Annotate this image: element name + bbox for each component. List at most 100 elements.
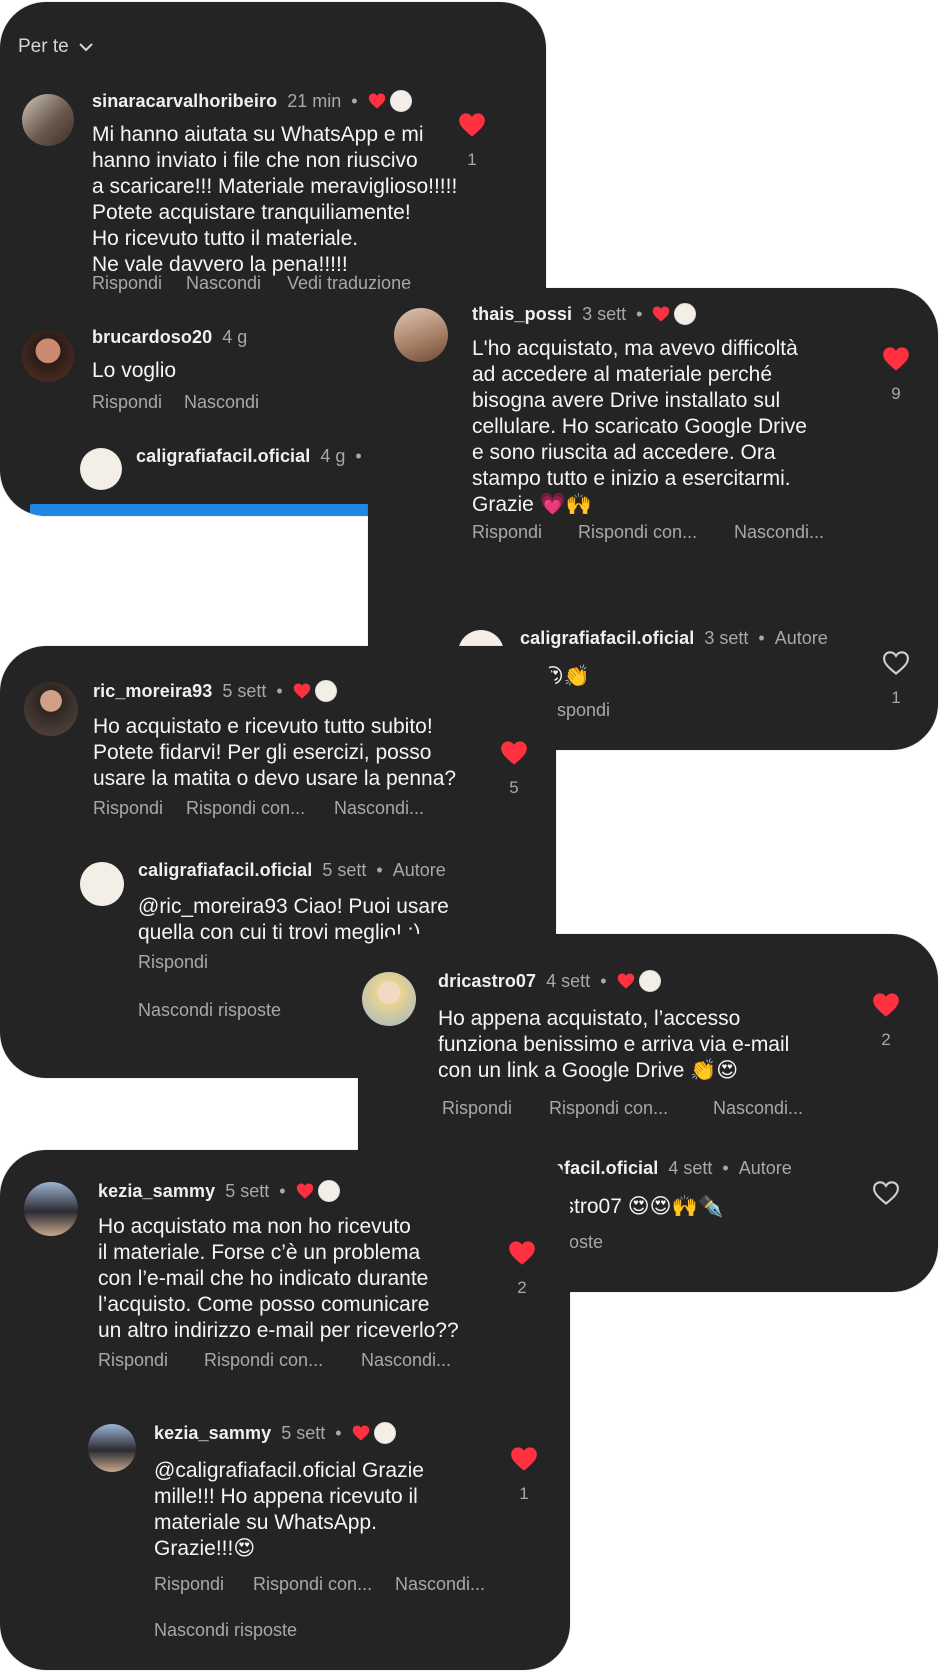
comment-actions: Rispondi Rispondi con... Nascondi... bbox=[472, 522, 824, 543]
hide-button[interactable]: Nascondi bbox=[184, 392, 259, 413]
like-count: 5 bbox=[509, 778, 519, 797]
separator-dot: • bbox=[376, 860, 383, 880]
comment-text: Ho acquistato e ricevuto tutto subito! Po… bbox=[93, 715, 457, 790]
reply-header: caligrafiafacil.oficial 5 sett • Autore bbox=[138, 860, 446, 881]
hide-button[interactable]: Nascondi... bbox=[361, 1350, 451, 1371]
reply-with-button[interactable]: Rispondi con... bbox=[186, 798, 334, 819]
username[interactable]: dricastro07 bbox=[438, 971, 536, 992]
separator-dot: • bbox=[335, 1422, 342, 1443]
username[interactable]: kezia_sammy bbox=[98, 1181, 215, 1202]
avatar[interactable] bbox=[88, 1424, 136, 1472]
hide-button[interactable]: Nascondi... bbox=[734, 522, 824, 543]
separator-dot: • bbox=[636, 303, 643, 324]
reply-button[interactable]: Rispondi bbox=[93, 798, 186, 819]
timestamp: 4 g bbox=[320, 446, 346, 466]
creator-avatar-icon bbox=[674, 303, 697, 325]
heart-outline-icon bbox=[882, 650, 910, 676]
hide-replies-button[interactable]: Nascondi risposte bbox=[138, 1000, 281, 1021]
timestamp: 5 sett bbox=[281, 1422, 326, 1443]
username[interactable]: caligrafiafacil.oficial bbox=[520, 628, 694, 649]
creator-liked-heart-icon bbox=[368, 92, 386, 110]
reply-button[interactable]: Rispondi bbox=[98, 1350, 204, 1371]
reply-button[interactable]: Rispondi bbox=[92, 392, 184, 413]
comment-actions: Rispondi Rispondi con... Nascondi... bbox=[93, 798, 424, 819]
reply-with-button[interactable]: Rispondi con... bbox=[253, 1574, 395, 1595]
like-count: 1 bbox=[467, 150, 477, 169]
username[interactable]: caligrafiafacil.oficial bbox=[136, 446, 310, 467]
comment-header: ric_moreira93 5 sett • bbox=[93, 680, 337, 702]
hide-button[interactable]: Nascondi... bbox=[334, 798, 424, 819]
reply-with-button[interactable]: Rispondi con... bbox=[204, 1350, 361, 1371]
separator-dot: • bbox=[758, 628, 765, 648]
author-badge: Autore bbox=[392, 860, 446, 880]
heart-icon bbox=[508, 1240, 536, 1266]
timestamp: 3 sett bbox=[582, 303, 627, 324]
creator-liked-heart-icon bbox=[296, 1182, 314, 1200]
heart-icon bbox=[882, 346, 910, 372]
comment-text: Ho appena acquistato, l’accesso funziona … bbox=[438, 1007, 790, 1082]
separator-dot: • bbox=[279, 1180, 286, 1201]
reply-header: kezia_sammy 5 sett • bbox=[154, 1422, 396, 1444]
avatar[interactable] bbox=[24, 682, 78, 736]
avatar[interactable] bbox=[22, 94, 74, 146]
heart-icon bbox=[500, 740, 528, 766]
creator-liked-heart-icon bbox=[652, 305, 670, 323]
reply-with-button[interactable]: Rispondi con... bbox=[578, 522, 734, 543]
like-count: 1 bbox=[519, 1484, 529, 1503]
like-button[interactable]: 9 bbox=[876, 346, 916, 404]
comment-actions: Rispondi Nascondi Vedi traduzione bbox=[92, 273, 411, 294]
like-button[interactable]: 1 bbox=[452, 112, 492, 170]
avatar[interactable] bbox=[22, 330, 74, 382]
username[interactable]: kezia_sammy bbox=[154, 1423, 271, 1444]
comment-text: L'ho acquistato, ma avevo difficoltà ad a… bbox=[472, 337, 807, 516]
hide-button[interactable]: Nascondi... bbox=[395, 1574, 485, 1595]
heart-outline-icon bbox=[872, 1180, 900, 1206]
username[interactable]: sinaracarvalhoribeiro bbox=[92, 91, 277, 112]
like-button[interactable]: 1 bbox=[876, 650, 916, 708]
author-badge: Autore bbox=[738, 1158, 792, 1178]
avatar[interactable] bbox=[80, 448, 122, 490]
avatar[interactable] bbox=[24, 1182, 78, 1236]
reply-actions: Rispondi Rispondi con... Nascondi... bbox=[154, 1574, 485, 1595]
reply-button[interactable]: Rispondi bbox=[154, 1574, 253, 1595]
like-button[interactable]: 2 bbox=[866, 992, 906, 1050]
reply-with-button[interactable]: Rispondi con... bbox=[549, 1098, 713, 1119]
avatar[interactable] bbox=[394, 308, 448, 362]
like-count: 2 bbox=[517, 1278, 527, 1297]
separator-dot: • bbox=[355, 446, 362, 466]
avatar[interactable] bbox=[80, 862, 124, 906]
reply-actions: Rispondi bbox=[138, 952, 208, 973]
comment-text: Lo voglio bbox=[92, 359, 177, 382]
username[interactable]: caligrafiafacil.oficial bbox=[138, 860, 312, 881]
sort-filter-dropdown[interactable]: Per te bbox=[18, 36, 95, 58]
like-button[interactable]: 1 bbox=[504, 1446, 544, 1504]
creator-liked-heart-icon bbox=[352, 1424, 370, 1442]
hide-replies-button[interactable]: Nascondi risposte bbox=[154, 1620, 297, 1641]
reply-button[interactable]: Rispondi bbox=[442, 1098, 549, 1119]
see-translation-button[interactable]: Vedi traduzione bbox=[287, 273, 411, 294]
username[interactable]: brucardoso20 bbox=[92, 327, 212, 348]
hide-button[interactable]: Nascondi bbox=[186, 273, 287, 294]
comment-header: thais_possi 3 sett • bbox=[472, 303, 697, 325]
reply-button[interactable]: Rispondi bbox=[92, 273, 186, 294]
like-count: 1 bbox=[891, 688, 901, 707]
hide-button[interactable]: Nascondi... bbox=[713, 1098, 803, 1119]
timestamp: 5 sett bbox=[322, 860, 367, 880]
creator-avatar-icon bbox=[317, 1180, 340, 1202]
like-button[interactable] bbox=[866, 1180, 906, 1206]
timestamp: 4 sett bbox=[668, 1158, 713, 1178]
like-button[interactable]: 5 bbox=[494, 740, 534, 798]
chevron-down-icon bbox=[78, 43, 93, 52]
username[interactable]: thais_possi bbox=[472, 304, 572, 325]
heart-icon bbox=[872, 992, 900, 1018]
creator-avatar-icon bbox=[389, 90, 412, 112]
like-button[interactable]: 2 bbox=[502, 1240, 542, 1298]
comment-actions: Rispondi Nascondi bbox=[92, 392, 259, 413]
like-count: 2 bbox=[881, 1030, 891, 1049]
comment-header: brucardoso20 4 g bbox=[92, 327, 247, 348]
username[interactable]: ric_moreira93 bbox=[93, 681, 212, 702]
avatar[interactable] bbox=[362, 972, 416, 1026]
reply-button[interactable]: Rispondi bbox=[472, 522, 578, 543]
reply-button[interactable]: Rispondi bbox=[138, 952, 208, 973]
heart-icon bbox=[458, 112, 486, 138]
